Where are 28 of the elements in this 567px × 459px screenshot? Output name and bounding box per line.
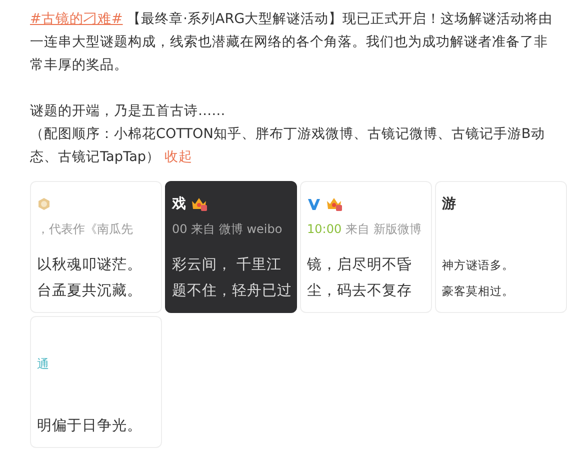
account-name: 游 [442,195,456,213]
post-source: 00 来自 微博 weibo [172,220,282,238]
image-thumbnail[interactable]: 通 明偏于日争光。 [30,316,162,448]
poem-line: 豪客莫相过。 [442,283,515,300]
post-time: 10:00 [307,222,342,236]
poem-line: 镜，启尽明不昏 [307,256,413,275]
image-thumbnail[interactable]: 戏 00 来自 微博 weibo 彩云间， 千里江 题不住，轻舟已过 [165,181,297,313]
medal-icon [37,197,51,211]
topic-link: 通 [37,356,49,372]
verified-icon [307,197,321,211]
poem-line: 尘，码去不复存 [307,282,413,301]
post-source: ，代表作《南瓜先 [37,220,133,238]
account-name: 戏 [172,195,186,213]
poem-line: 彩云间， 千里江 [172,256,283,275]
image-thumbnail[interactable]: 游 神方谜语多。 豪客莫相过。 [435,181,567,313]
poem-line: 台孟夏共沉藏。 [37,282,143,301]
image-thumbnail[interactable]: ，代表作《南瓜先 以秋魂叩谜茫。 台孟夏共沉藏。 [30,181,162,313]
poem-line: 以秋魂叩谜茫。 [37,256,143,275]
crown-icon [325,196,343,212]
post-source: 来自 新版微博 [346,220,422,238]
image-thumbnail[interactable]: 10:00 来自 新版微博 镜，启尽明不昏 尘，码去不复存 [300,181,432,313]
poem-line: 明偏于日争光。 [37,417,143,436]
crown-icon [190,196,208,212]
poem-line: 神方谜语多。 [442,257,515,274]
caption-text: （配图顺序：小棉花COTTON知乎、胖布丁游戏微博、古镜记微博、古镜记手游B动态、古镜记TapTap） 收起 [30,125,546,167]
intro-text: 谜题的开端，乃是五首古诗…… [30,102,226,121]
post-text: #古镜的刁难# 【最终章·系列ARG大型解谜活动】现已正式开启！这场解谜活动将由一连串大型谜题构成，线索也潜藏在网络的各个角落。我们也为成功解谜者准备了非常丰厚的奖品。 [30,10,554,75]
poem-line: 题不住，轻舟已过 [172,282,290,301]
